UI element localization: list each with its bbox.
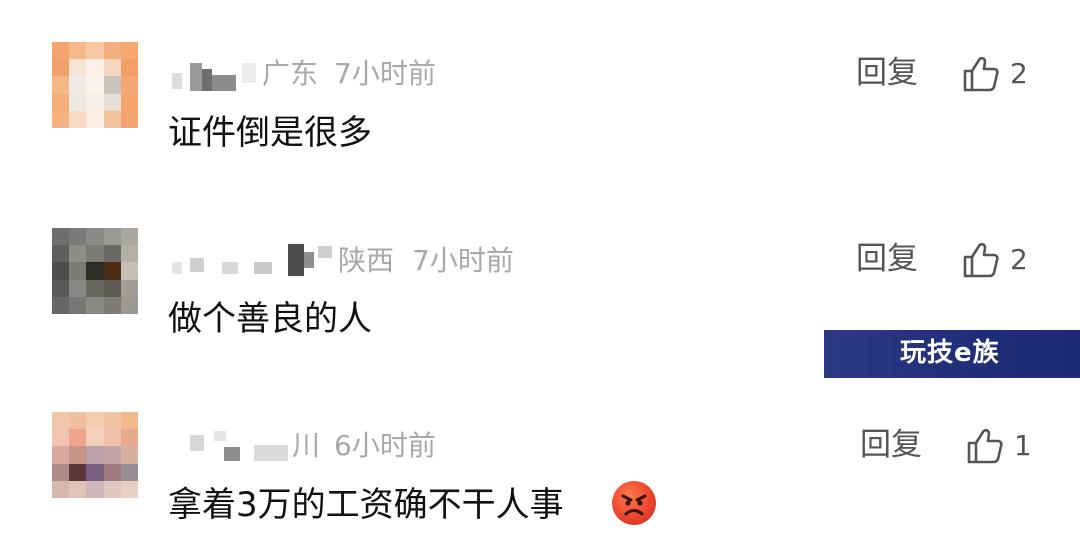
comment-location: 陕西 (338, 244, 395, 277)
username-blurred[interactable] (168, 425, 292, 465)
like-button[interactable]: 2 (962, 240, 1028, 280)
comment-text: 证件倒是很多 (168, 113, 372, 153)
comment-time: 6小时前 (334, 429, 436, 462)
angry-face-icon (612, 481, 656, 525)
comment-location: 广东 (262, 57, 319, 90)
comment-time: 7小时前 (412, 244, 514, 277)
thumbs-up-icon (962, 241, 1000, 279)
like-button[interactable]: 2 (962, 54, 1028, 94)
like-count: 1 (1014, 429, 1032, 462)
comment-text: 拿着3万的工资确不干人事 (168, 485, 564, 525)
thumbs-up-icon (962, 55, 1000, 93)
username-blurred[interactable] (168, 55, 258, 95)
like-count: 2 (1010, 243, 1028, 276)
comment-text: 做个善良的人 (168, 299, 372, 339)
reply-button[interactable]: 回复 (856, 58, 918, 89)
avatar[interactable] (52, 228, 138, 314)
avatar[interactable] (52, 42, 138, 128)
username-blurred[interactable] (168, 240, 338, 280)
thumbs-up-icon (966, 427, 1004, 465)
like-count: 2 (1010, 57, 1028, 90)
reply-button[interactable]: 回复 (860, 430, 922, 461)
like-button[interactable]: 1 (966, 426, 1032, 466)
comment-location: 川 (292, 429, 321, 462)
avatar[interactable] (52, 412, 138, 498)
watermark-text: 玩技e族 (900, 338, 1000, 368)
watermark-banner: 玩技e族 (824, 330, 1080, 378)
reply-button[interactable]: 回复 (856, 244, 918, 275)
comment-time: 7小时前 (334, 57, 436, 90)
